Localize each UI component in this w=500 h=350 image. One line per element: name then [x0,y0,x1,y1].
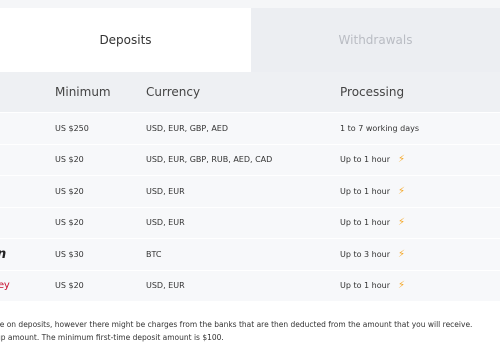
table-row: n US $30 BTC Up to 3 hour ⚡ [0,238,500,270]
cell-minimum-text: US $250 [55,123,89,133]
bitcoin-logo: n [0,239,6,270]
deposit-notes: rge on deposits, however there might be … [0,318,500,344]
table-row: US $20 USD, EUR, GBP, RUB, AED, CAD Up to … [0,143,500,176]
table-row: US $20 USD, EUR Up to 1 hour ⚡ [0,206,500,239]
tab-withdrawals[interactable]: Withdrawals [251,8,500,72]
cell-processing: Up to 1 hour ⚡ [340,176,405,207]
cell-minimum: US $20 [55,176,84,207]
cell-currency-text: BTC [146,249,162,259]
lightning-bolt-icon: ⚡ [398,248,406,260]
cell-currency-text: USD, EUR [146,186,185,196]
cell-minimum-text: US $20 [55,186,84,196]
table-body: US $250 USD, EUR, GBP, AED 1 to 7 working … [0,112,500,301]
header-processing: Processing [340,85,405,99]
cell-currency-text: USD, EUR, GBP, AED [146,123,229,133]
lightning-bolt-icon: ⚡ [398,280,406,292]
tab-withdrawals-label: Withdrawals [338,33,413,47]
lightning-bolt-icon: ⚡ [398,217,406,229]
cell-currency-text: USD, EUR [146,218,185,228]
cell-minimum-text: US $20 [55,155,84,165]
table-header: Minimum Currency Processing [0,72,500,112]
logo-text: ney [0,280,10,292]
tab-strip [251,0,500,8]
cell-minimum: US $20 [55,271,84,302]
lightning-bolt-icon: ⚡ [398,154,406,166]
cell-processing-text: Up to 1 hour [340,218,391,228]
tab-deposits-label: Deposits [99,33,152,47]
tab-strip [0,0,251,8]
cell-currency: USD, EUR, GBP, AED [146,113,228,144]
table-row: US $20 USD, EUR Up to 1 hour ⚡ [0,175,500,207]
cell-minimum: US $20 [55,145,84,176]
cell-minimum-text: US $30 [55,249,84,259]
cell-currency: USD, EUR [146,176,185,207]
cell-processing-text: Up to 3 hour [340,249,391,259]
note-minimum-deposit: up amount. The minimum first-time deposi… [0,333,224,342]
cell-minimum: US $20 [55,208,84,239]
cell-processing: Up to 1 hour ⚡ [340,208,405,239]
deposit-methods-table: Minimum Currency Processing US $250 USD, … [0,72,500,301]
cell-processing-text: Up to 1 hour [340,155,391,165]
cell-processing-text: Up to 1 hour [340,281,391,291]
cell-minimum: US $250 [55,113,89,144]
cell-processing-text: 1 to 7 working days [340,123,419,133]
cell-currency-text: USD, EUR [146,281,185,291]
tab-deposits[interactable]: Deposits [0,8,251,72]
cell-currency-text: USD, EUR, GBP, RUB, AED, CAD [146,155,273,165]
cell-processing: Up to 3 hour ⚡ [340,239,405,270]
cell-minimum-text: US $20 [55,281,84,291]
header-minimum: Minimum [55,85,111,99]
cell-processing: 1 to 7 working days [340,113,419,144]
table-row: ney US $20 USD, EUR Up to 1 hour ⚡ [0,269,500,302]
lightning-bolt-icon: ⚡ [398,185,406,197]
cell-currency: USD, EUR [146,208,185,239]
cell-currency: USD, EUR [146,271,185,302]
payment-tabs: Deposits Withdrawals [0,0,500,72]
cell-processing: Up to 1 hour ⚡ [340,145,405,176]
cell-processing-text: Up to 1 hour [340,186,391,196]
ecopayz-logo: ney [0,271,10,302]
cell-currency: BTC [146,239,162,270]
table-row: US $250 USD, EUR, GBP, AED 1 to 7 working … [0,112,500,144]
cell-minimum-text: US $20 [55,218,84,228]
logo-text: n [0,247,6,262]
cell-currency: USD, EUR, GBP, RUB, AED, CAD [146,145,272,176]
cell-minimum: US $30 [55,239,84,270]
note-fees: rge on deposits, however there might be … [0,320,473,329]
header-currency: Currency [146,85,201,99]
cell-processing: Up to 1 hour ⚡ [340,271,405,302]
